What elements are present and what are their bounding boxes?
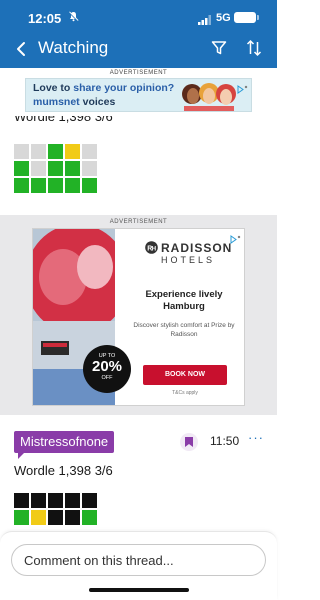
post-time: 11:50 [210, 434, 240, 448]
wordle-cell [31, 493, 46, 508]
ad-label: ADVERTISEMENT [109, 70, 168, 76]
wordle-cell [31, 178, 46, 193]
wordle-row [14, 144, 97, 159]
ad-line-2-b: voices [79, 96, 116, 108]
ad-subline: Discover stylish comfort at Prize by Rad… [133, 322, 235, 338]
sort-icon[interactable] [246, 39, 262, 62]
wordle-cell [14, 510, 29, 525]
wordle-cell [48, 161, 63, 176]
post-2: Mistressofnone 11:50 ··· Wordle 1,398 3/… [0, 415, 277, 535]
wordle-cell [48, 178, 63, 193]
wordle-cell [65, 493, 80, 508]
bookmark-button[interactable] [180, 433, 198, 451]
wordle-cell [48, 493, 63, 508]
wordle-cell [48, 510, 63, 525]
comment-placeholder: Comment on this thread... [24, 553, 174, 568]
wordle-cell [14, 178, 29, 193]
wordle-cell [14, 493, 29, 508]
post-1: Wordle 1,398 3/6 [0, 116, 277, 206]
mid-advertisement: ADVERTISEMENT RH RADISSON HOTELS Experie… [0, 215, 277, 415]
badge-bottom: OFF [101, 375, 113, 381]
wordle-cell [31, 161, 46, 176]
network-label: 5G [216, 12, 231, 24]
wordle-cell [65, 161, 80, 176]
signal-icon [198, 12, 212, 30]
ad-line-1-b: share your opinion? [73, 82, 175, 94]
wordle-cell [65, 144, 80, 159]
nav-bar: Watching [0, 34, 277, 64]
top-advertisement: ADVERTISEMENT Love to share your opinion… [0, 68, 277, 116]
wordle-cell [14, 144, 29, 159]
ad-line-1-a: Love to [33, 82, 74, 94]
bookmark-icon [185, 437, 193, 447]
tcs-text: T&Cs apply [172, 390, 198, 396]
illustrated-faces-image [178, 80, 240, 111]
svg-text:H: H [152, 246, 156, 252]
brand-sub: HOTELS [161, 255, 216, 265]
wordle-cell [65, 510, 80, 525]
post-2-wordle-text: Wordle 1,398 3/6 [14, 463, 113, 478]
home-indicator [89, 588, 189, 592]
wordle-cell [82, 161, 97, 176]
radisson-banner[interactable]: RH RADISSON HOTELS Experience lively Ham… [32, 228, 245, 406]
status-time: 12:05 [28, 11, 62, 26]
post-2-wordle-grid [14, 493, 97, 527]
book-now-button[interactable]: BOOK NOW [143, 365, 227, 385]
ad-label-mid: ADVERTISEMENT [109, 219, 168, 225]
post-1-wordle-grid [14, 144, 97, 195]
wordle-cell [65, 178, 80, 193]
ad-line-2: mumsnet voices [33, 96, 115, 108]
wordle-cell [31, 144, 46, 159]
username-badge[interactable]: Mistressofnone [14, 431, 115, 459]
radisson-logo-icon: RH [145, 241, 158, 259]
mumsnet-voices-banner[interactable]: Love to share your opinion? mumsnet voic… [25, 78, 252, 112]
wordle-cell [82, 510, 97, 525]
comment-input[interactable]: Comment on this thread... [11, 544, 266, 576]
wordle-row [14, 493, 97, 508]
battery-icon [234, 12, 259, 23]
filter-icon[interactable] [211, 40, 227, 61]
back-icon[interactable] [12, 38, 32, 60]
wordle-row [14, 161, 97, 176]
wordle-row [14, 510, 97, 525]
badge-value: 20% [91, 358, 123, 375]
bell-mute-icon [68, 11, 79, 25]
ad-line-2-a: mumsnet [33, 96, 80, 108]
page-title: Watching [38, 38, 109, 57]
wordle-row [14, 178, 97, 193]
ad-choices-icon[interactable] [230, 231, 241, 244]
wordle-cell [48, 144, 63, 159]
wordle-cell [82, 493, 97, 508]
discount-badge: UP TO 20% OFF [83, 345, 131, 393]
ad-line-1: Love to share your opinion? [33, 82, 174, 94]
ad-choices-icon[interactable] [237, 81, 248, 94]
app-header: 12:05 5G Watching [0, 0, 277, 68]
wordle-cell [31, 510, 46, 525]
ad-headline: Experience lively Hamburg [145, 289, 223, 312]
wordle-cell [82, 178, 97, 193]
more-icon[interactable]: ··· [248, 430, 264, 445]
brand-name: RADISSON [161, 241, 233, 255]
status-bar: 12:05 5G [0, 0, 277, 32]
wordle-cell [14, 161, 29, 176]
wordle-cell [82, 144, 97, 159]
